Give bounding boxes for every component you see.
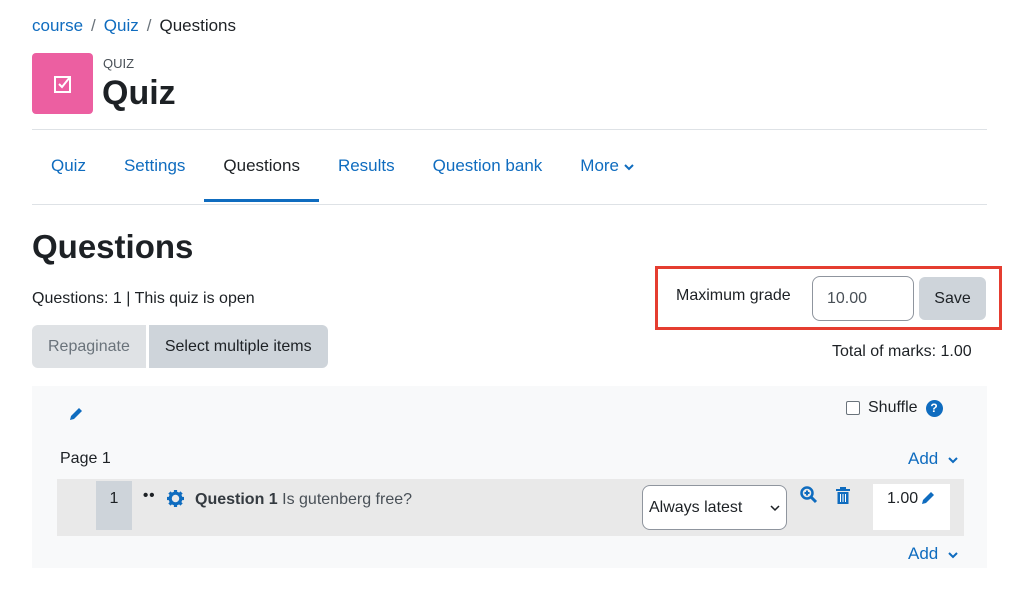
chevron-down-icon: [948, 544, 958, 564]
question-title: Question 1: [195, 491, 278, 508]
save-button[interactable]: Save: [919, 277, 986, 320]
breadcrumb: course / Quiz / Questions: [32, 16, 236, 36]
add-label: Add: [908, 449, 939, 468]
total-marks: Total of marks: 1.00: [832, 343, 972, 360]
tab-quiz[interactable]: Quiz: [32, 140, 105, 204]
mark-value: 1.00: [887, 490, 919, 507]
tab-more[interactable]: More: [561, 140, 652, 204]
shuffle-checkbox[interactable]: [846, 401, 860, 415]
edit-section-heading-icon[interactable]: [68, 406, 84, 427]
preview-zoom-icon[interactable]: [800, 486, 818, 509]
shuffle-label: Shuffle: [868, 399, 918, 416]
divider: [32, 129, 987, 130]
breadcrumb-separator: /: [91, 16, 96, 35]
chevron-down-icon: [770, 499, 780, 517]
quiz-section: [32, 386, 987, 568]
chevron-down-icon: [624, 156, 634, 175]
breadcrumb-current: Questions: [159, 16, 237, 35]
edit-actions: Repaginate Select multiple items: [32, 325, 328, 368]
divider: [32, 204, 987, 205]
version-select[interactable]: Always latest: [642, 485, 787, 530]
question-text[interactable]: Question 1 Is gutenberg free?: [195, 491, 412, 509]
maximum-grade-label: Maximum grade: [676, 287, 791, 304]
question-body: Is gutenberg free?: [282, 491, 413, 508]
tab-results[interactable]: Results: [319, 140, 414, 204]
help-icon[interactable]: ?: [925, 399, 943, 417]
version-value: Always latest: [649, 498, 743, 516]
add-label: Add: [908, 544, 939, 563]
add-menu-button[interactable]: Add: [908, 544, 958, 564]
quiz-checkbox-icon: [32, 53, 93, 114]
shuffle-control: Shuffle ?: [846, 399, 943, 417]
chevron-down-icon: [948, 449, 958, 469]
tab-question-bank[interactable]: Question bank: [414, 140, 562, 204]
secondary-nav: Quiz Settings Questions Results Question…: [32, 140, 653, 204]
maximum-grade-input[interactable]: [812, 276, 914, 321]
tab-questions[interactable]: Questions: [204, 140, 319, 204]
breadcrumb-course[interactable]: course: [32, 16, 83, 36]
repaginate-button[interactable]: Repaginate: [32, 325, 146, 368]
question-number: 1: [96, 481, 132, 530]
gear-icon: [167, 490, 184, 512]
question-row: [57, 479, 964, 536]
tab-settings[interactable]: Settings: [105, 140, 204, 204]
quiz-status-text: Questions: 1 | This quiz is open: [32, 290, 255, 307]
question-mark[interactable]: 1.00: [873, 484, 950, 530]
select-multiple-button[interactable]: Select multiple items: [148, 325, 328, 368]
section-heading: Questions: [32, 228, 194, 265]
page-label: Page 1: [60, 450, 111, 467]
breadcrumb-separator: /: [146, 16, 152, 35]
breadcrumb-quiz[interactable]: Quiz: [104, 16, 139, 36]
edit-mark-pencil-icon[interactable]: [920, 490, 936, 530]
drag-handle-icon[interactable]: ••: [143, 487, 156, 504]
tab-more-label: More: [580, 156, 620, 175]
header-eyebrow: QUIZ: [103, 56, 135, 71]
page-title: Quiz: [102, 74, 176, 112]
add-menu-button[interactable]: Add: [908, 449, 958, 469]
delete-trash-icon[interactable]: [836, 487, 850, 509]
